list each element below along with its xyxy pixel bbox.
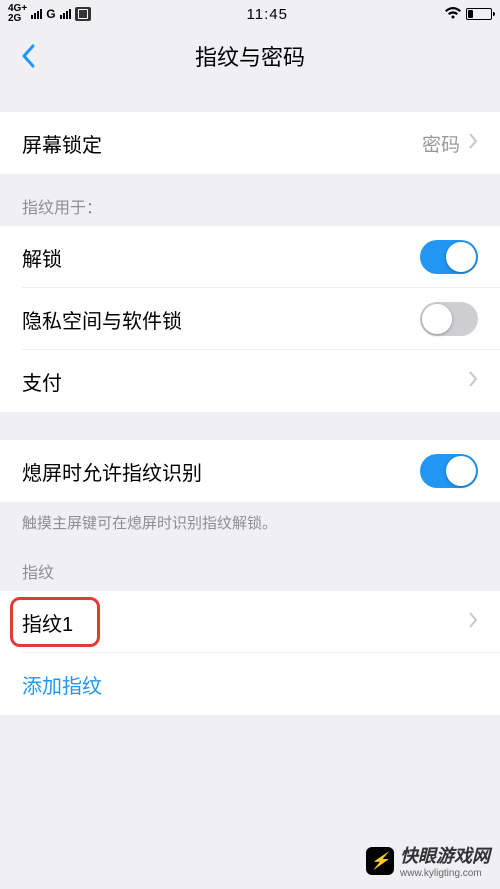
signal-icon-1 bbox=[31, 9, 42, 19]
allow-off-label: 熄屏时允许指纹识别 bbox=[22, 457, 202, 486]
row-unlock[interactable]: 解锁 bbox=[0, 226, 500, 288]
battery-icon bbox=[466, 8, 492, 20]
network-g: G bbox=[46, 7, 55, 21]
watermark-icon: ⚡ bbox=[366, 847, 394, 875]
group-used-for: 解锁 隐私空间与软件锁 支付 bbox=[0, 226, 500, 412]
allow-off-footnote: 触摸主屏键可在熄屏时识别指纹解锁。 bbox=[0, 502, 500, 551]
wifi-icon bbox=[444, 6, 462, 23]
row-fingerprint-1[interactable]: 指纹1 bbox=[0, 591, 500, 653]
status-right bbox=[444, 6, 492, 23]
network-2g: 2G bbox=[8, 14, 27, 24]
screen-lock-label: 屏幕锁定 bbox=[22, 129, 102, 158]
message-icon bbox=[75, 7, 91, 21]
status-bar: 4G+ 2G G 11:45 bbox=[0, 0, 500, 28]
privacy-label: 隐私空间与软件锁 bbox=[22, 305, 182, 334]
network-stack: 4G+ 2G bbox=[8, 4, 27, 24]
row-screen-lock[interactable]: 屏幕锁定 密码 bbox=[0, 112, 500, 174]
chevron-right-icon bbox=[468, 611, 478, 634]
row-add-fingerprint[interactable]: 添加指纹 bbox=[0, 653, 500, 715]
privacy-toggle[interactable] bbox=[420, 302, 478, 336]
group-fingerprints: 指纹1 添加指纹 bbox=[0, 591, 500, 715]
watermark-url: www.kyligting.com bbox=[400, 868, 490, 879]
chevron-right-icon bbox=[468, 370, 478, 393]
group-allow-off: 熄屏时允许指纹识别 bbox=[0, 440, 500, 502]
group-screen-lock: 屏幕锁定 密码 bbox=[0, 112, 500, 174]
signal-icon-2 bbox=[60, 9, 71, 19]
unlock-label: 解锁 bbox=[22, 243, 62, 272]
status-left: 4G+ 2G G bbox=[8, 4, 91, 24]
pay-label: 支付 bbox=[22, 367, 62, 396]
screen-lock-value: 密码 bbox=[422, 130, 460, 157]
fingerprint-1-label: 指纹1 bbox=[22, 608, 73, 637]
watermark-name: 快眼游戏网 bbox=[400, 846, 490, 866]
add-fingerprint-label: 添加指纹 bbox=[22, 670, 102, 699]
allow-off-toggle[interactable] bbox=[420, 454, 478, 488]
unlock-toggle[interactable] bbox=[420, 240, 478, 274]
status-time: 11:45 bbox=[247, 6, 288, 23]
row-allow-off[interactable]: 熄屏时允许指纹识别 bbox=[0, 440, 500, 502]
watermark: ⚡ 快眼游戏网 www.kyligting.com bbox=[366, 842, 490, 879]
row-privacy-lock[interactable]: 隐私空间与软件锁 bbox=[0, 288, 500, 350]
page-header: 指纹与密码 bbox=[0, 28, 500, 84]
section-hint-used-for: 指纹用于： bbox=[0, 174, 500, 226]
row-pay[interactable]: 支付 bbox=[0, 350, 500, 412]
back-button[interactable] bbox=[10, 38, 46, 74]
chevron-right-icon bbox=[468, 132, 478, 155]
page-title: 指纹与密码 bbox=[195, 40, 305, 72]
section-hint-fingerprints: 指纹 bbox=[0, 551, 500, 591]
